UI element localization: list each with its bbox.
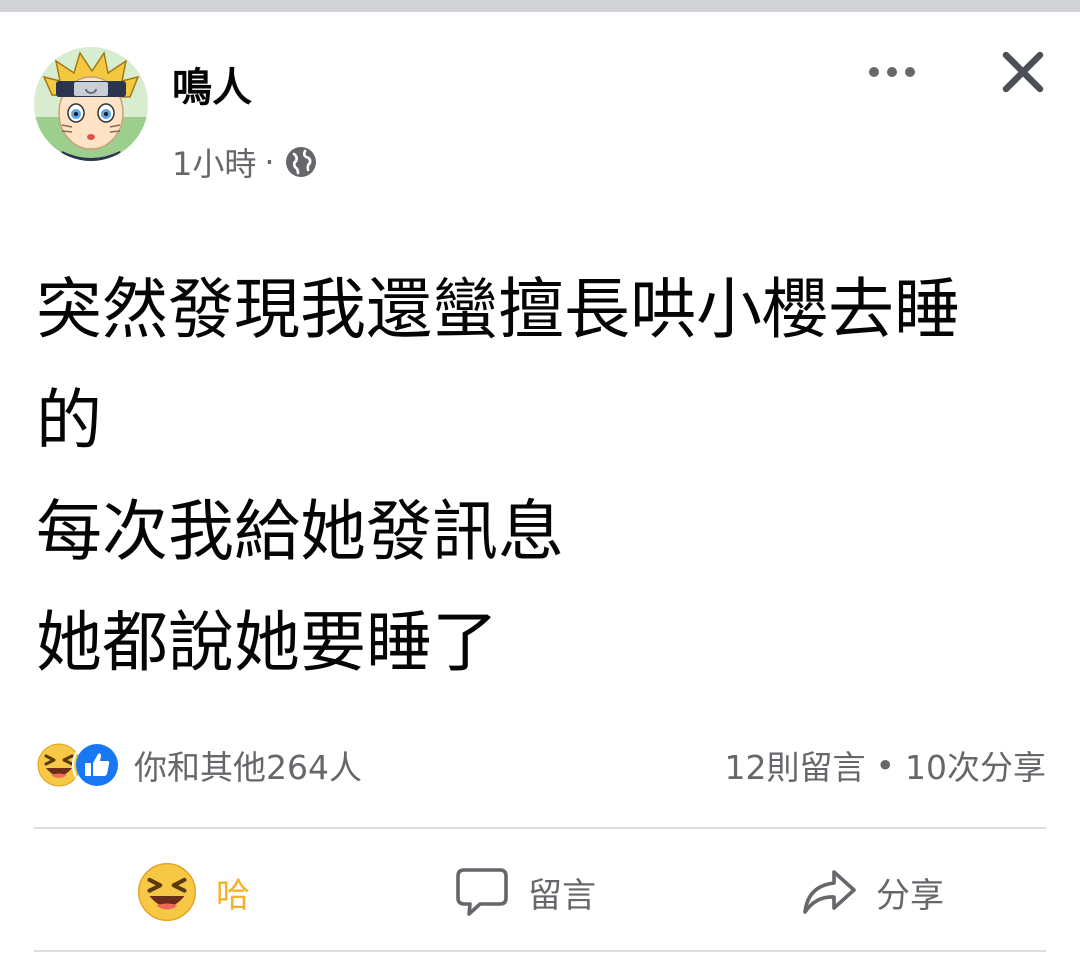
close-button[interactable] [995, 44, 1051, 100]
globe-icon [285, 146, 317, 178]
post-stats: 你和其他264人 12則留言 • 10次分享 [34, 740, 1046, 790]
post-card: 鳴人 1小時 · 突然發現我還蠻擅長哄小櫻去睡 的 每次我給她發訊息 她都說她要… [0, 12, 1080, 963]
reaction-icons [34, 740, 122, 790]
reactions-count-text: 你和其他264人 [134, 748, 362, 787]
more-options-button[interactable] [860, 52, 924, 92]
author-name[interactable]: 鳴人 [172, 62, 252, 114]
share-arrow-icon [800, 864, 858, 920]
meta-separator: · [264, 143, 275, 181]
stats-separator: • [875, 745, 895, 785]
post-text: 突然發現我還蠻擅長哄小櫻去睡 的 每次我給她發訊息 她都說她要睡了 [36, 254, 1036, 698]
haha-emoji-icon [136, 861, 198, 923]
post-text-line: 突然發現我還蠻擅長哄小櫻去睡 [36, 271, 960, 348]
engagement-counts: 12則留言 • 10次分享 [725, 741, 1046, 789]
share-label: 分享 [876, 875, 944, 916]
comment-bubble-icon [454, 864, 510, 920]
post-meta: 1小時 · [172, 139, 317, 185]
comments-count[interactable]: 12則留言 [725, 741, 866, 789]
post-text-line: 每次我給她發訊息 [36, 493, 564, 570]
author-avatar[interactable] [34, 47, 148, 161]
post-text-line: 的 [36, 382, 102, 459]
divider [34, 827, 1046, 829]
post-time[interactable]: 1小時 [172, 139, 256, 185]
post-text-line: 她都說她要睡了 [36, 604, 498, 681]
comment-button[interactable]: 留言 [454, 864, 596, 920]
avatar-image [34, 47, 148, 161]
haha-reaction-button[interactable]: 哈 [136, 861, 250, 923]
shares-count[interactable]: 10次分享 [905, 741, 1046, 789]
action-bar: 哈 留言 分享 [34, 842, 1046, 942]
like-reaction-icon [72, 740, 122, 790]
share-button[interactable]: 分享 [800, 864, 944, 920]
comment-label: 留言 [528, 875, 596, 916]
haha-label: 哈 [216, 875, 250, 916]
ellipsis-icon [869, 67, 915, 77]
close-icon [1002, 51, 1044, 93]
top-edge-strip [0, 0, 1080, 12]
divider [34, 950, 1046, 952]
reactions-summary[interactable]: 你和其他264人 [34, 740, 362, 790]
